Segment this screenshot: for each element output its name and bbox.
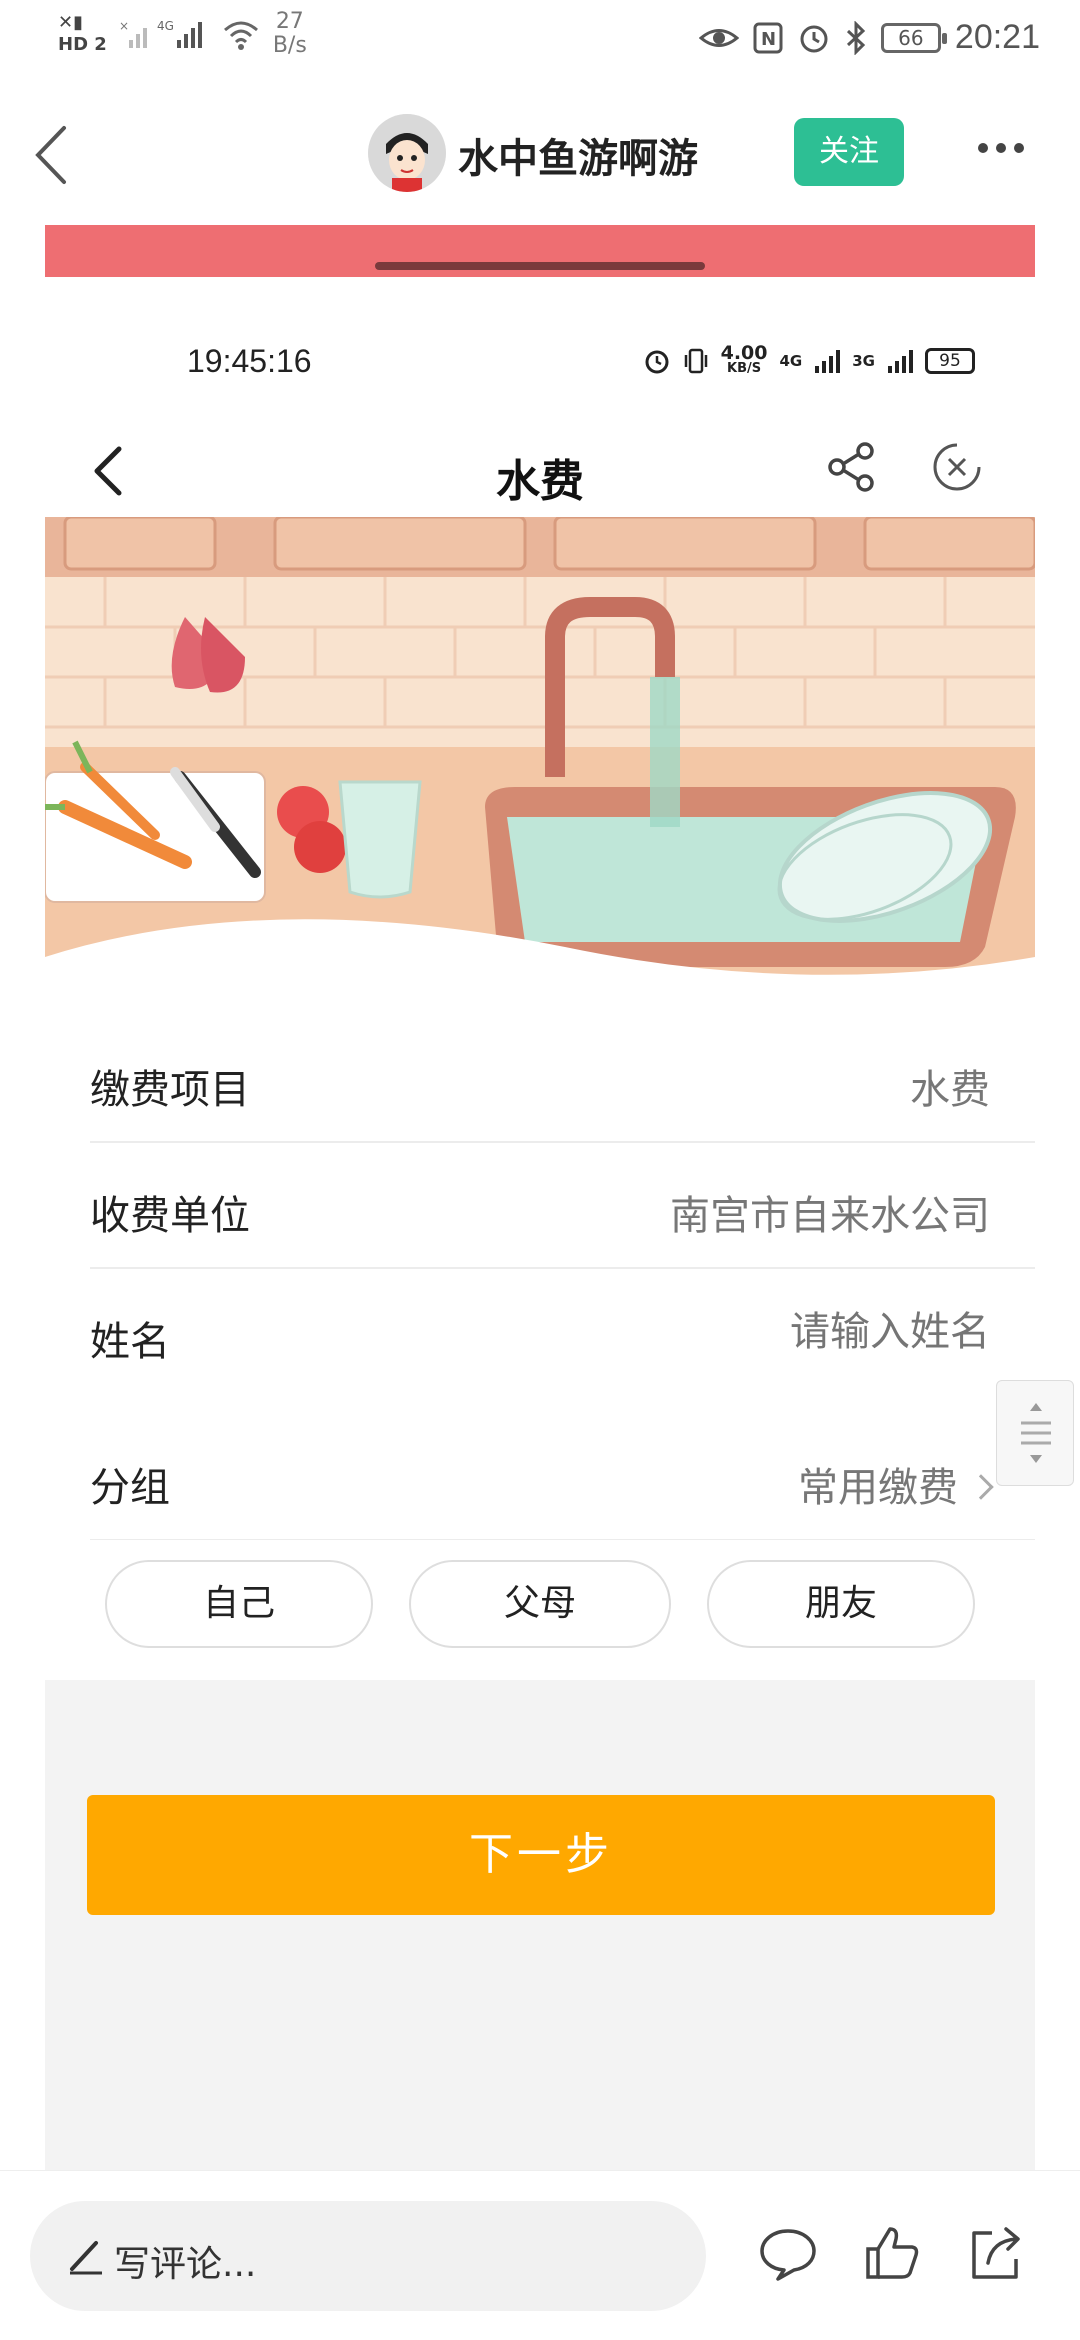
- top-strip: [45, 225, 1035, 277]
- author-name[interactable]: 水中鱼游啊游: [458, 126, 698, 184]
- wifi-icon: [223, 21, 258, 50]
- form-row-name: 姓名: [45, 1269, 1035, 1395]
- row-value: 南宫市自来水公司: [670, 1193, 990, 1239]
- bottom-bar: 写评论...: [0, 2170, 1080, 2340]
- signal-icon: [888, 350, 913, 373]
- clock: 20:21: [954, 18, 1040, 56]
- sim-index: 2: [94, 34, 107, 55]
- next-button[interactable]: 下一步: [87, 1795, 995, 1915]
- inner-network-2: 3G: [852, 352, 875, 370]
- bluetooth-icon: [846, 20, 866, 55]
- embedded-screenshot: 19:45:16 4.00 KB/S 4G 3G 95 水费 缴费项目 水费 收…: [45, 225, 1035, 2170]
- svg-text:N: N: [761, 29, 776, 50]
- like-icon[interactable]: [862, 2223, 922, 2283]
- kitchen-banner-illustration: [45, 517, 1035, 1017]
- row-label: 收费单位: [90, 1193, 250, 1239]
- scroll-handle[interactable]: [996, 1380, 1074, 1486]
- group-selector[interactable]: 常用缴费: [798, 1455, 994, 1513]
- net-speed: 27 B/s: [272, 9, 307, 58]
- inner-network-1: 4G: [779, 352, 803, 370]
- chevron-right-icon: [968, 1474, 994, 1500]
- eye-icon: [698, 28, 739, 47]
- status-left: ✕▮ HD 2 × 4G 27 B/s: [58, 10, 307, 58]
- row-value: 水费: [910, 1067, 990, 1113]
- pencil-icon: [70, 2241, 102, 2275]
- status-right: N 66 20:21: [698, 18, 1040, 57]
- hd-label: HD: [58, 34, 89, 55]
- close-icon[interactable]: [931, 441, 983, 493]
- network-label: 4G: [157, 19, 174, 33]
- signal-icon: [815, 350, 841, 373]
- row-value: 常用缴费: [798, 1465, 958, 1511]
- group-chips: 自己 父母 朋友: [45, 1540, 1035, 1680]
- inner-battery: 95: [925, 348, 975, 374]
- inner-nav-bar: 水费: [45, 415, 1035, 525]
- back-icon[interactable]: [24, 120, 84, 190]
- comment-icon[interactable]: [758, 2223, 818, 2283]
- name-input[interactable]: [590, 1309, 990, 1355]
- chip-self[interactable]: 自己: [105, 1560, 373, 1648]
- status-bar: ✕▮ HD 2 × 4G 27 B/s N 66 20:21: [0, 0, 1080, 80]
- row-label: 姓名: [90, 1319, 170, 1365]
- post-header: 水中鱼游啊游 关注: [0, 100, 1080, 210]
- chip-friends[interactable]: 朋友: [707, 1560, 975, 1648]
- vibrate-icon: [684, 348, 707, 374]
- battery-indicator: 66: [880, 22, 947, 53]
- share-icon[interactable]: [823, 439, 879, 495]
- comment-input[interactable]: 写评论...: [30, 2201, 706, 2311]
- follow-button[interactable]: 关注: [794, 118, 904, 186]
- row-label: 分组: [90, 1465, 170, 1511]
- inner-status-bar: 19:45:16 4.00 KB/S 4G 3G 95: [45, 335, 1035, 395]
- chip-parents[interactable]: 父母: [409, 1560, 671, 1648]
- form-row-item: 缴费项目 水费: [45, 1017, 1035, 1143]
- inner-clock: 19:45:16: [187, 343, 312, 379]
- alarm-icon: [800, 25, 828, 52]
- signal-icon: × 4G: [119, 19, 202, 48]
- share-icon[interactable]: [966, 2223, 1026, 2283]
- sim-icon: ✕▮: [58, 12, 83, 33]
- avatar[interactable]: [368, 114, 446, 192]
- nfc-icon: N: [753, 22, 783, 53]
- more-icon[interactable]: [978, 138, 1038, 168]
- page-title: 水费: [496, 456, 584, 507]
- form-row-group[interactable]: 分组 常用缴费: [45, 1415, 1035, 1541]
- svg-text:×: ×: [119, 19, 129, 33]
- row-label: 缴费项目: [90, 1067, 250, 1113]
- form-row-payee: 收费单位 南宫市自来水公司: [45, 1143, 1035, 1269]
- comment-placeholder: 写评论...: [114, 2244, 257, 2285]
- alarm-icon: [645, 350, 669, 374]
- inner-net-speed: 4.00 KB/S: [720, 342, 768, 377]
